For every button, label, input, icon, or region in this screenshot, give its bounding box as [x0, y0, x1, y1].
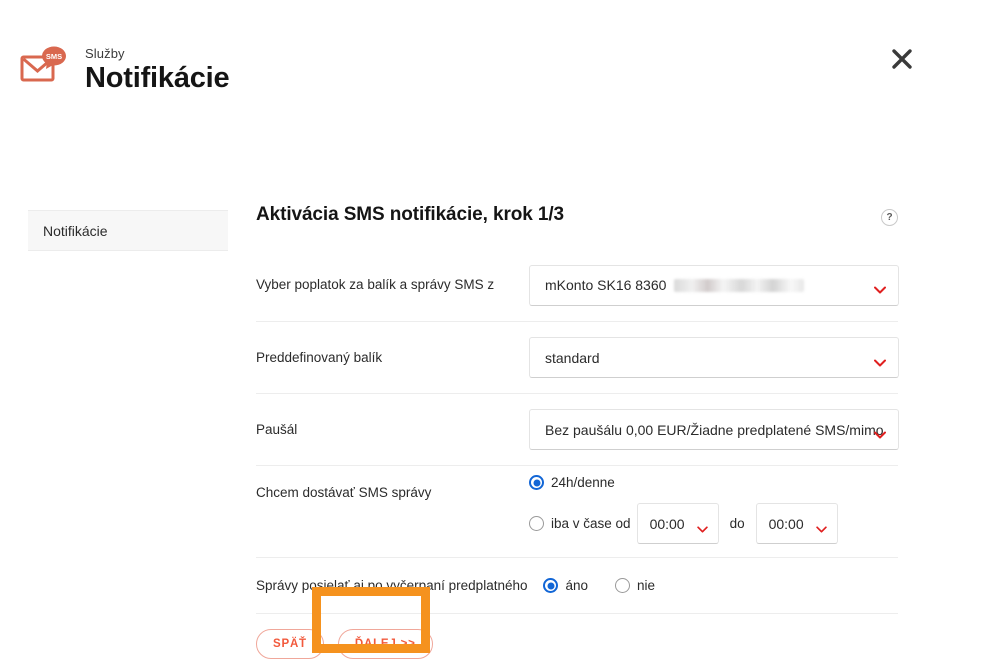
main-content: Aktivácia SMS notifikácie, krok 1/3 Vybe…	[256, 204, 899, 659]
flatrate-select-value: Bez paušálu 0,00 EUR/Žiadne predplatené …	[545, 421, 884, 438]
chevron-down-icon	[874, 426, 886, 438]
chevron-down-icon	[696, 520, 709, 533]
label-delivery: Chcem dostávať SMS správy	[256, 485, 432, 500]
form-row-after-credit: Správy posielať aj po vyčerpaní predplat…	[256, 557, 898, 613]
label-package: Preddefinovaný balík	[256, 349, 383, 365]
page-header: SMS Služby Notifikácie	[0, 0, 1006, 118]
form-row-delivery: Chcem dostávať SMS správy 24h/denne iba …	[256, 465, 898, 557]
chevron-down-icon	[874, 281, 886, 294]
radio-after-credit-yes-label: áno	[565, 578, 589, 593]
back-button[interactable]: SPÄŤ	[256, 629, 324, 659]
svg-text:SMS: SMS	[46, 52, 62, 61]
time-to-value: 00:00	[768, 515, 804, 532]
section-title: Aktivácia SMS notifikácie, krok 1/3	[256, 204, 565, 225]
radio-option-allday[interactable]: 24h/denne	[529, 475, 898, 490]
sidebar: Notifikácie	[28, 210, 228, 251]
radio-after-credit-no-label: nie	[637, 578, 656, 593]
sidebar-item-label: Notifikácie	[43, 222, 108, 239]
radio-option-timerange[interactable]: iba v čase od 00:00 do 00:00	[529, 503, 898, 544]
label-account: Vyber poplatok za balík a správy SMS z	[256, 277, 495, 293]
header-kicker: Služby	[85, 46, 125, 61]
page-title: Notifikácie	[85, 62, 230, 94]
time-from-select[interactable]: 00:00	[636, 503, 719, 544]
close-icon	[892, 49, 912, 69]
form-row-package: Preddefinovaný balík standard	[256, 321, 899, 393]
radio-after-credit-no[interactable]	[615, 578, 631, 593]
time-between-label: do	[729, 516, 745, 531]
package-select[interactable]: standard	[529, 337, 899, 378]
radio-allday-label: 24h/denne	[551, 475, 615, 490]
radio-after-credit-yes[interactable]	[543, 578, 559, 593]
next-button[interactable]: ĎALEJ >>	[337, 629, 433, 659]
time-to-select[interactable]: 00:00	[755, 503, 838, 544]
form-row-account: Vyber poplatok za balík a správy SMS z m…	[256, 249, 899, 321]
account-select[interactable]: mKonto SK16 8360	[529, 264, 899, 306]
label-after-credit: Správy posielať aj po vyčerpaní predplat…	[256, 577, 528, 593]
redacted-account-number	[674, 278, 805, 292]
chevron-down-icon	[874, 354, 886, 366]
radio-timerange-label: iba v čase od	[551, 516, 631, 531]
chevron-down-icon	[815, 520, 828, 533]
radio-timerange[interactable]	[529, 516, 544, 531]
close-button[interactable]	[885, 42, 919, 76]
sms-activation-form: Vyber poplatok za balík a správy SMS z m…	[256, 249, 899, 659]
time-from-value: 00:00	[649, 515, 685, 532]
form-actions: SPÄŤ ĎALEJ >>	[256, 613, 898, 659]
package-select-value: standard	[545, 349, 600, 366]
flatrate-select[interactable]: Bez paušálu 0,00 EUR/Žiadne predplatené …	[529, 409, 899, 450]
radio-allday[interactable]	[529, 475, 544, 490]
account-select-value: mKonto SK16 8360	[545, 277, 667, 293]
sms-envelope-icon: SMS	[20, 46, 68, 86]
form-row-flatrate: Paušál Bez paušálu 0,00 EUR/Žiadne predp…	[256, 393, 899, 465]
sidebar-item-notifikacie[interactable]: Notifikácie	[28, 210, 228, 251]
notifications-page: SMS Služby Notifikácie Notifikácie ? Akt…	[0, 0, 1006, 672]
label-flatrate: Paušál	[256, 421, 298, 437]
